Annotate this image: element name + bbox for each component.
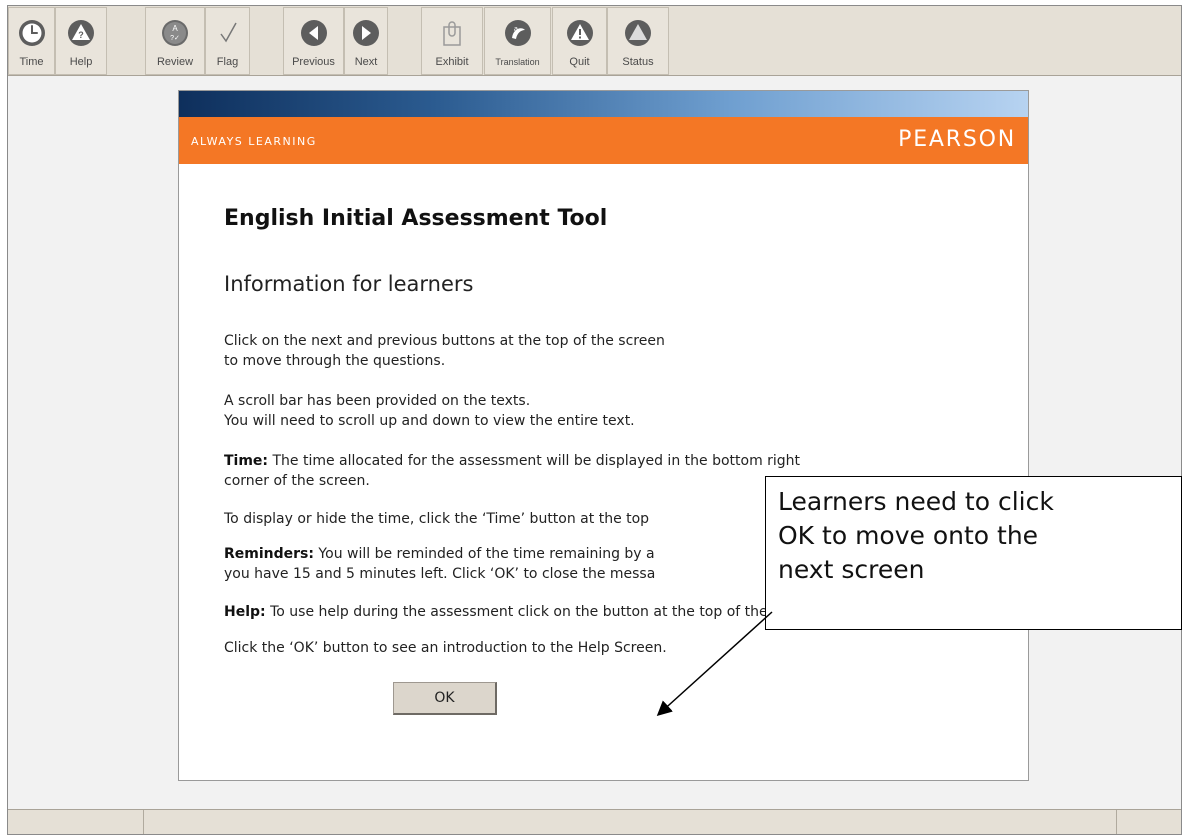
translation-icon: a (504, 20, 531, 46)
instructions-ok: Click the ‘OK’ button to see an introduc… (224, 638, 667, 658)
reminders-heading: Reminders: (224, 546, 314, 562)
exhibit-label: Exhibit (435, 56, 469, 68)
instructions-reminders: Reminders: You will be reminded of the t… (224, 544, 655, 584)
instruction-line: Time: The time allocated for the assessm… (224, 451, 800, 471)
brand-logo-text: PEARSON (898, 127, 1016, 152)
instructions-navigation: Click on the next and previous buttons a… (224, 331, 665, 371)
instruction-line: You will need to scroll up and down to v… (224, 413, 635, 429)
next-icon (353, 20, 379, 46)
translation-button[interactable]: a Translation (484, 7, 551, 75)
instruction-text: The time allocated for the assessment wi… (268, 453, 801, 469)
flag-button[interactable]: Flag (205, 7, 250, 75)
time-heading: Time: (224, 453, 269, 469)
clock-icon (18, 20, 45, 46)
instruction-line: Click on the next and previous buttons a… (224, 333, 665, 349)
instruction-line: Help: To use help during the assessment … (224, 602, 823, 622)
page-subtitle: Information for learners (224, 272, 474, 296)
callout-line: next screen (778, 555, 925, 584)
review-label: Review (156, 56, 194, 68)
information-dialog: ALWAYS LEARNING PEARSON English Initial … (178, 90, 1029, 781)
annotation-callout: Learners need to click OK to move onto t… (765, 476, 1182, 630)
callout-line: OK to move onto the (778, 521, 1039, 550)
previous-label: Previous (292, 56, 335, 68)
instructions-time: Time: The time allocated for the assessm… (224, 451, 800, 491)
ok-button[interactable]: OK (393, 682, 497, 715)
application-window: Time ? Help A ?✓ Review Flag Previous Ne… (7, 5, 1182, 835)
flag-checkmark-icon (219, 22, 237, 43)
svg-text:?: ? (78, 30, 84, 40)
status-divider (143, 810, 144, 834)
callout-line: Learners need to click (778, 487, 1054, 516)
help-icon: ? (68, 20, 94, 46)
svg-text:A: A (172, 24, 178, 33)
quit-label: Quit (569, 56, 590, 68)
status-label: Status (622, 56, 654, 68)
page-title: English Initial Assessment Tool (224, 206, 608, 231)
next-label: Next (354, 56, 378, 68)
time-label: Time (19, 56, 44, 68)
status-divider (1116, 810, 1117, 834)
next-button[interactable]: Next (344, 7, 388, 75)
help-label: Help (69, 56, 93, 68)
status-icon (625, 20, 651, 46)
previous-button[interactable]: Previous (283, 7, 344, 75)
tagline: ALWAYS LEARNING (191, 135, 317, 148)
previous-icon (300, 20, 327, 46)
instruction-line: Click the ‘OK’ button to see an introduc… (224, 640, 667, 656)
toolbar: Time ? Help A ?✓ Review Flag Previous Ne… (8, 6, 1181, 76)
instruction-text: To use help during the assessment click … (265, 604, 824, 620)
instruction-line: Reminders: You will be reminded of the t… (224, 544, 655, 564)
instruction-line: corner of the screen. (224, 473, 370, 489)
time-button[interactable]: Time (8, 7, 55, 75)
review-button[interactable]: A ?✓ Review (145, 7, 205, 75)
quit-icon (566, 20, 593, 46)
status-button[interactable]: Status (607, 7, 669, 75)
flag-label: Flag (216, 56, 239, 68)
instruction-line: To display or hide the time, click the ‘… (224, 511, 650, 527)
help-button[interactable]: ? Help (55, 7, 107, 75)
exhibit-button[interactable]: Exhibit (421, 7, 483, 75)
instruction-line: you have 15 and 5 minutes left. Click ‘O… (224, 566, 656, 582)
translation-label: Translation (495, 57, 540, 67)
svg-text:a: a (514, 26, 518, 33)
pearson-banner: ALWAYS LEARNING PEARSON (179, 117, 1028, 164)
review-icon: A ?✓ (162, 20, 188, 46)
gradient-header-bar (179, 91, 1028, 117)
instructions-help: Help: To use help during the assessment … (224, 602, 823, 622)
svg-text:?✓: ?✓ (170, 35, 180, 42)
quit-button[interactable]: Quit (552, 7, 607, 75)
instruction-text: You will be reminded of the time remaini… (313, 546, 655, 562)
exhibit-icon (443, 21, 461, 46)
help-heading: Help: (224, 604, 266, 620)
status-bar (8, 809, 1181, 834)
instructions-toggle-time: To display or hide the time, click the ‘… (224, 509, 649, 529)
instruction-line: A scroll bar has been provided on the te… (224, 393, 531, 409)
instruction-line: to move through the questions. (224, 353, 446, 369)
instructions-scroll: A scroll bar has been provided on the te… (224, 391, 635, 431)
